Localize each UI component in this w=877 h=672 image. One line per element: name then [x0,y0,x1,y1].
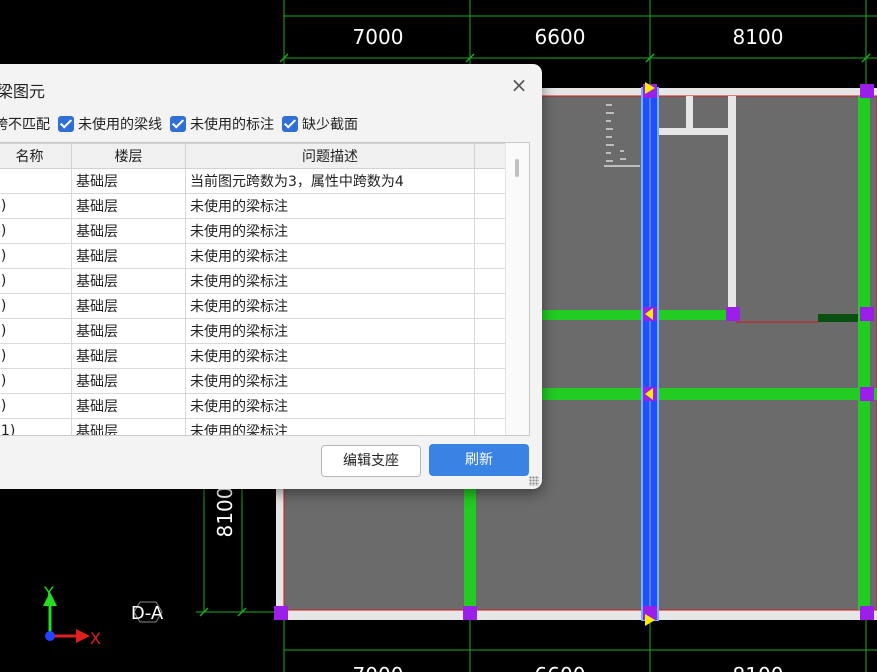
filter-row: 跨不匹配 未使用的梁线 未使用的标注 缺少截面 [0,114,366,134]
cell-description: 未使用的梁标注 [185,218,475,244]
vertical-scrollbar[interactable] [505,143,529,435]
cell-name: 3) [0,318,72,344]
axis-label-text: D-A [131,603,164,624]
cell-name: 4) [0,193,72,219]
table-row[interactable]: 5)基础层未使用的梁标注 [0,368,521,394]
cell-description: 未使用的梁标注 [185,193,475,219]
cell-name: 3) [0,293,72,319]
checkbox-checked-icon[interactable] [282,116,298,132]
table-row[interactable]: 3)基础层未使用的梁标注 [0,268,521,294]
cell-description: 未使用的梁标注 [185,268,475,294]
column-header-floor[interactable]: 楼层 [71,143,186,169]
cell-floor: 基础层 [71,293,186,319]
close-icon[interactable]: × [506,72,532,98]
table-row[interactable]: 4)基础层未使用的梁标注 [0,393,521,419]
cell-name: 3) [0,343,72,369]
checkbox-checked-icon[interactable] [170,116,186,132]
cell-description: 未使用的梁标注 [185,393,475,419]
dim-bottom-3: 8100 [733,663,784,672]
cell-floor: 基础层 [71,368,186,394]
cell-floor: 基础层 [71,418,186,435]
filter-label: 跨不匹配 [0,117,50,133]
cell-name: 5) [0,368,72,394]
table-header-row: 名称 楼层 问题描述 [0,143,521,169]
ucs-x-label: X [90,629,101,648]
column-header-description[interactable]: 问题描述 [185,143,475,169]
checkbox-checked-icon[interactable] [58,116,74,132]
cell-description: 未使用的梁标注 [185,293,475,319]
beam-issues-dialog: 梁图元 × 跨不匹配未使用的梁线未使用的标注缺少截面 名称 楼层 问题描述 )基… [0,64,542,489]
cell-floor: 基础层 [71,218,186,244]
cell-description: 未使用的梁标注 [185,418,475,435]
table-row[interactable]: 3)基础层未使用的梁标注 [0,343,521,369]
dim-bottom-2: 6600 [535,663,586,672]
cell-name: 4) [0,393,72,419]
table-row[interactable]: 3)基础层未使用的梁标注 [0,293,521,319]
table-row[interactable]: 4)基础层未使用的梁标注 [0,218,521,244]
dim-top-2: 6600 [535,25,586,49]
filter-label: 未使用的梁线 [78,117,162,133]
cell-description: 当前图元跨数为3，属性中跨数为4 [185,168,475,194]
dim-top-1: 7000 [353,25,404,49]
cell-floor: 基础层 [71,268,186,294]
table-row[interactable]: 4)基础层未使用的梁标注 [0,193,521,219]
filter-label: 未使用的标注 [190,117,274,133]
table-row[interactable]: 3)基础层未使用的梁标注 [0,318,521,344]
cell-name: 11) [0,418,72,435]
cell-description: 未使用的梁标注 [185,368,475,394]
issues-table-container[interactable]: 名称 楼层 问题描述 )基础层当前图元跨数为3，属性中跨数为44)基础层未使用的… [0,142,530,436]
dim-left: 8100 [213,487,237,538]
cell-floor: 基础层 [71,318,186,344]
dialog-title: 梁图元 [0,82,46,101]
filter-2[interactable]: 未使用的标注 [170,114,274,134]
column-header-name[interactable]: 名称 [0,143,72,169]
issues-table: 名称 楼层 问题描述 )基础层当前图元跨数为3，属性中跨数为44)基础层未使用的… [0,143,521,435]
cell-floor: 基础层 [71,243,186,269]
dim-top-3: 8100 [733,25,784,49]
cell-description: 未使用的梁标注 [185,243,475,269]
filter-0[interactable]: 跨不匹配 [0,114,50,134]
cell-name: 3) [0,268,72,294]
ucs-y-label: Y [43,583,54,602]
table-row[interactable]: 11)基础层未使用的梁标注 [0,418,521,435]
table-row[interactable]: )基础层当前图元跨数为3，属性中跨数为4 [0,168,521,194]
refresh-button[interactable]: 刷新 [429,444,529,476]
filter-1[interactable]: 未使用的梁线 [58,114,162,134]
cell-name: 4) [0,218,72,244]
filter-label: 缺少截面 [302,117,358,133]
edit-support-button[interactable]: 编辑支座 [321,445,421,477]
cell-floor: 基础层 [71,193,186,219]
table-row[interactable]: 3)基础层未使用的梁标注 [0,243,521,269]
ucs-icon: Y X [43,583,101,648]
scrollbar-thumb[interactable] [515,159,519,177]
cell-floor: 基础层 [71,168,186,194]
dim-bottom-1: 7000 [353,663,404,672]
cell-floor: 基础层 [71,393,186,419]
cell-description: 未使用的梁标注 [185,343,475,369]
cell-name: 3) [0,243,72,269]
filter-3[interactable]: 缺少截面 [282,114,358,134]
cell-floor: 基础层 [71,343,186,369]
cell-description: 未使用的梁标注 [185,318,475,344]
cell-name: ) [0,168,72,194]
resize-grip-icon[interactable] [529,476,539,486]
